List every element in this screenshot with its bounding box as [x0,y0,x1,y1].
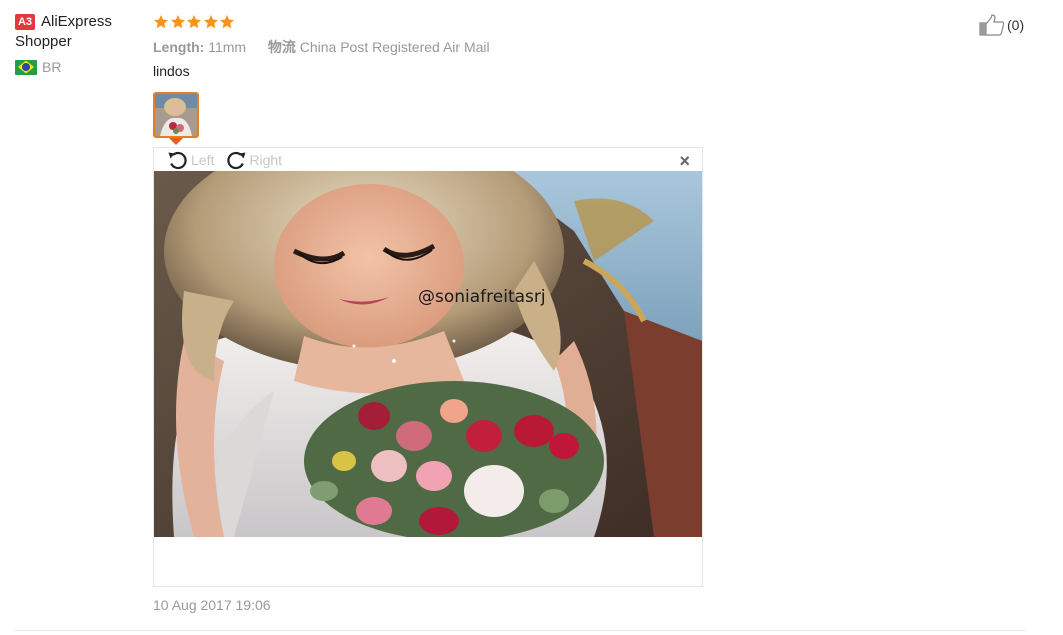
review-photo: @soniafreitasrj [154,171,702,537]
buyer-level-badge: A3 [15,14,35,30]
photo-viewer: Left Right × @soniafreitasrj [153,147,703,587]
rotate-left-button[interactable]: Left [166,150,214,170]
star-icon [187,15,201,29]
reviewer-info: A3 AliExpress Shopper BR [15,12,140,75]
reviewer-name-line1: AliExpress [41,13,112,30]
viewer-toolbar: Left Right [166,148,292,172]
length-value: 11mm [208,39,247,55]
shipping-value: China Post Registered Air Mail [299,39,490,55]
rotate-right-icon [227,151,246,170]
review-comment: lindos [153,63,190,79]
review-item: A3 AliExpress Shopper BR Length: 11mm 物流 … [0,0,1063,635]
rotate-left-label: Left [191,152,215,168]
review-attributes: Length: 11mm 物流 China Post Registered Ai… [153,37,490,57]
star-rating [153,14,236,30]
review-divider [15,630,1025,631]
country-code: BR [42,59,62,75]
rotate-right-button[interactable]: Right [224,150,282,170]
review-date: 10 Aug 2017 19:06 [153,597,271,613]
active-thumbnail-pointer [169,138,183,145]
reviewer-name-line2: Shopper [15,33,72,50]
star-icon [170,15,185,29]
star-icon [220,15,234,29]
length-label: Length: [153,39,205,55]
reviewer-country: BR [15,59,140,75]
thumbs-up-icon [979,14,1005,36]
star-icon [154,15,168,29]
rotate-left-icon [168,151,187,170]
shipping-label: 物流 [267,39,296,55]
brazil-flag-icon [15,59,37,75]
helpful-count: (0) [1007,17,1025,33]
photo-watermark: @soniafreitasrj [418,287,546,307]
review-photo-thumbnail[interactable] [153,92,199,138]
star-icon [203,15,218,29]
helpful-button[interactable]: (0) [979,14,1024,36]
close-viewer-button[interactable]: × [679,152,690,170]
rotate-right-label: Right [249,152,283,168]
